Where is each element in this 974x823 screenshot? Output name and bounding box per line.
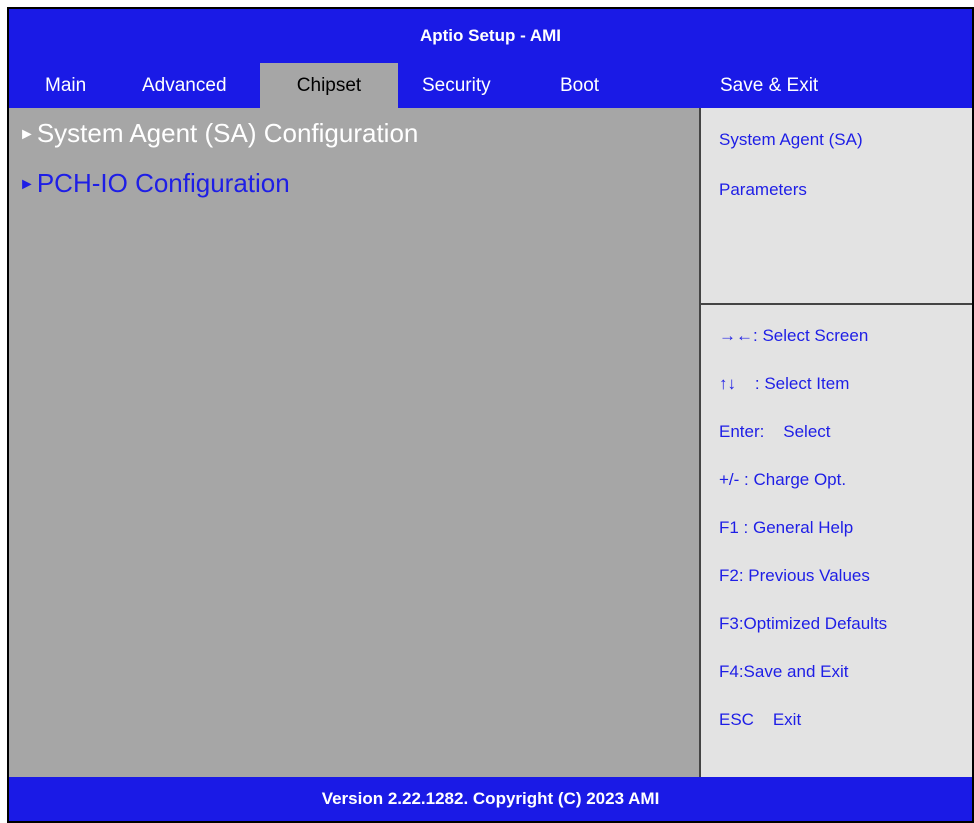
window-title: Aptio Setup - AMI <box>9 9 972 63</box>
help-divider <box>701 303 972 305</box>
version-footer: Version 2.22.1282. Copyright (C) 2023 AM… <box>9 777 972 821</box>
bios-window: Aptio Setup - AMI Main Advanced Chipset … <box>7 7 974 823</box>
key-hint-select-screen: →←: Select Screen <box>719 326 869 345</box>
tab-advanced[interactable]: Advanced <box>142 63 227 108</box>
key-hint-select-item: ↑↓ : Select Item <box>719 374 850 393</box>
tab-save-exit[interactable]: Save & Exit <box>720 63 818 108</box>
help-panel: System Agent (SA) Parameters →←: Select … <box>701 108 972 779</box>
key-hint-optimized-defaults: F3:Optimized Defaults <box>719 614 888 633</box>
help-line: System Agent (SA) <box>719 130 863 149</box>
tab-security[interactable]: Security <box>422 63 491 108</box>
key-hint-save-exit: F4:Save and Exit <box>719 662 849 681</box>
menu-item-label: System Agent (SA) Configuration <box>36 118 419 148</box>
key-hint-esc: ESC Exit <box>719 710 802 729</box>
key-hint-change-opt: +/- : Charge Opt. <box>719 470 847 489</box>
menu-item-pch-io[interactable]: ►PCH-IO Configuration <box>19 168 290 199</box>
tab-main[interactable]: Main <box>45 63 86 108</box>
help-line: Parameters <box>719 180 807 199</box>
tab-boot[interactable]: Boot <box>560 63 599 108</box>
menu-item-label: PCH-IO Configuration <box>36 168 290 198</box>
key-hint-general-help: F1 : General Help <box>719 518 854 537</box>
submenu-arrow-icon: ► <box>19 176 35 193</box>
menu-panel: ►System Agent (SA) Configuration ►PCH-IO… <box>9 108 701 779</box>
tab-bar: Main Advanced Chipset Security Boot Save… <box>9 63 972 108</box>
tab-chipset[interactable]: Chipset <box>260 63 398 108</box>
key-hint-enter: Enter: Select <box>719 422 831 441</box>
key-hint-previous-values: F2: Previous Values <box>719 566 870 585</box>
submenu-arrow-icon: ► <box>19 126 35 143</box>
menu-item-system-agent[interactable]: ►System Agent (SA) Configuration <box>19 118 418 149</box>
